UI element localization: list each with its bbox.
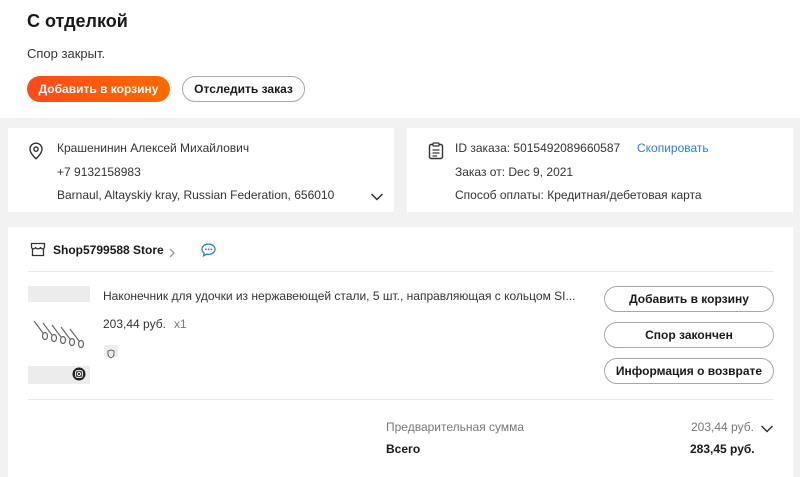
- chevron-right-icon[interactable]: [168, 245, 176, 263]
- buyer-protection-badge: [104, 345, 118, 359]
- order-id: ID заказа: 5015492089660587: [455, 141, 621, 155]
- shipping-address-card: Крашенинин Алексей Михайлович +7 9132158…: [8, 128, 394, 212]
- shop-header-divider: [28, 271, 773, 272]
- copy-order-id-link[interactable]: Скопировать: [637, 141, 709, 155]
- order-date: Заказ от: Dec 9, 2021: [455, 165, 574, 179]
- chevron-down-icon[interactable]: [760, 421, 774, 439]
- chevron-down-icon[interactable]: [370, 189, 384, 207]
- total-value: 283,45 руб.: [690, 442, 755, 456]
- recipient-name: Крашенинин Алексей Михайлович: [57, 141, 250, 155]
- dispute-status: Спор закрыт.: [27, 46, 106, 61]
- product-price: 203,44 руб.: [103, 317, 166, 331]
- location-pin-icon: [28, 142, 44, 165]
- subtotal-label: Предварительная сумма: [386, 420, 525, 434]
- product-quantity: x1: [174, 317, 187, 331]
- order-info-card: ID заказа: 5015492089660587 Скопировать …: [407, 128, 793, 212]
- subtotal-value: 203,44 руб.: [691, 420, 754, 434]
- product-add-to-cart-button[interactable]: Добавить в корзину: [604, 286, 774, 312]
- product-thumbnail-top: [28, 286, 90, 302]
- recipient-address: Barnaul, Altayskiy kray, Russian Federat…: [57, 188, 335, 202]
- store-icon: [30, 242, 46, 262]
- shop-name-link[interactable]: Shop5799588 Store: [53, 243, 164, 257]
- payment-method: Способ оплаты: Кредитная/дебетовая карта: [455, 188, 702, 202]
- track-order-button[interactable]: Отследить заказ: [182, 76, 305, 102]
- shop-order-card: Shop5799588 Store Наконечник для удочки …: [8, 227, 793, 477]
- camera-icon[interactable]: [72, 367, 86, 386]
- add-to-cart-button[interactable]: Добавить в корзину: [27, 76, 170, 102]
- shield-icon: [107, 346, 115, 364]
- product-divider: [28, 399, 773, 400]
- total-label: Всего: [386, 442, 421, 456]
- order-header: С отделкой Спор закрыт. Добавить в корзи…: [0, 0, 800, 118]
- dispute-closed-button[interactable]: Спор закончен: [604, 322, 774, 348]
- recipient-phone: +7 9132158983: [57, 165, 141, 179]
- clipboard-icon: [428, 142, 444, 165]
- product-image[interactable]: [30, 315, 90, 360]
- return-info-button[interactable]: Информация о возврате: [604, 358, 774, 384]
- product-title-link[interactable]: Наконечник для удочки из нержавеющей ста…: [103, 289, 583, 303]
- page-title: С отделкой: [27, 11, 128, 31]
- chat-icon[interactable]: [201, 243, 216, 262]
